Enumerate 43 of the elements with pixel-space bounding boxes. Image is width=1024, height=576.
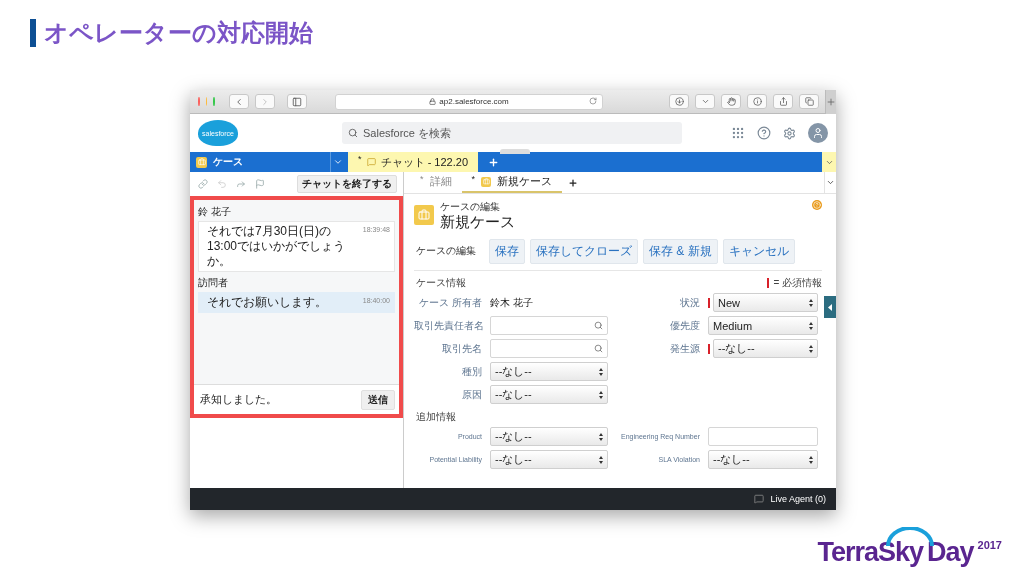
field-label: 取引先責任者名 — [414, 318, 482, 333]
sender-name: 鈴 花子 — [198, 205, 232, 219]
send-button[interactable]: 送信 — [361, 389, 395, 410]
select-field[interactable]: --なし-- — [490, 427, 608, 446]
select-field[interactable]: --なし-- — [490, 362, 608, 381]
message-text: それでは7月30日(日)の13:00ではいかがでしょうか。 — [207, 224, 347, 269]
section-label: ケースの編集 — [415, 244, 477, 258]
select-field[interactable]: --なし-- — [713, 339, 818, 358]
workspace-tab[interactable]: * チャット - 122.20 — [348, 152, 478, 172]
select-field[interactable]: Medium — [708, 316, 818, 335]
live-agent-label[interactable]: Live Agent (0) — [770, 494, 826, 504]
address-bar[interactable]: ap2.salesforce.com — [335, 93, 603, 110]
search-field[interactable]: Salesforce を検索 — [342, 122, 682, 144]
section-title: 追加情報 — [416, 409, 456, 424]
form-button[interactable]: 保存 & 新規 — [643, 238, 718, 264]
field-value: 鈴木 花子 — [490, 295, 533, 310]
legend-text: = 必須情報 — [773, 275, 822, 290]
logo-text: TerraSky — [817, 539, 923, 566]
form-button[interactable]: 保存してクローズ — [530, 238, 638, 264]
end-chat-button[interactable]: チャットを終了する — [297, 175, 397, 193]
subtab[interactable]: * 詳細 — [410, 172, 462, 193]
field-label: 取引先名 — [441, 341, 482, 356]
field-label: 状況 — [679, 295, 700, 310]
select-field[interactable]: --なし-- — [490, 450, 608, 469]
field-label: 発生源 — [669, 341, 700, 356]
field-label: 原因 — [461, 387, 482, 402]
slide-title: オペレーターの対応開始 — [44, 18, 313, 48]
logo-year: 2017 — [977, 539, 1002, 551]
subtab[interactable]: * 新規ケース — [461, 172, 563, 193]
select-field[interactable]: --なし-- — [708, 450, 818, 469]
message-text: それでお願いします。 — [207, 295, 328, 310]
field-label: 優先度 — [669, 318, 700, 333]
sender-name: 訪問者 — [198, 276, 229, 290]
form-button[interactable]: 保存 — [489, 238, 525, 264]
page-title: 新規ケース — [440, 214, 515, 231]
field-label: ケース 所有者 — [418, 295, 482, 310]
section-title: ケース情報 — [416, 275, 466, 290]
logo-text: Day — [927, 539, 974, 566]
breadcrumb: ケースの編集 — [440, 200, 501, 214]
form-button[interactable]: キャンセル — [722, 238, 795, 264]
field-label: 種別 — [461, 364, 482, 379]
select-field[interactable]: --なし-- — [490, 385, 608, 404]
select-field[interactable]: New — [713, 293, 818, 312]
